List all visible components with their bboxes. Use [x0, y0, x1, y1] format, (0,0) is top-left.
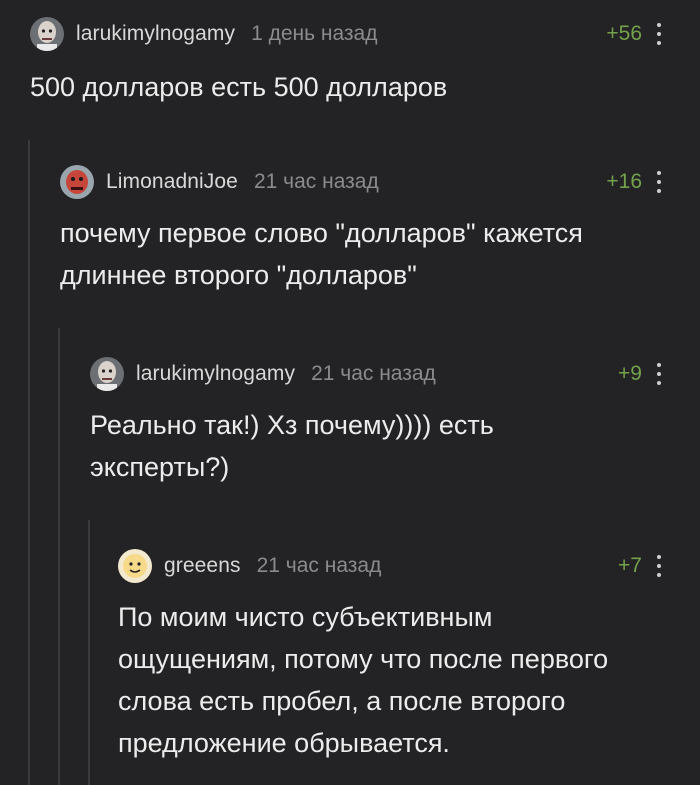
- timestamp: 21 час назад: [256, 554, 382, 577]
- rating: +9: [618, 362, 642, 385]
- more-options-icon[interactable]: [648, 360, 670, 388]
- username[interactable]: greeens: [164, 554, 241, 578]
- comment-2: LimonadniJoe 21 час назад +16 почему пер…: [60, 162, 670, 296]
- thread-line-1: [28, 140, 30, 785]
- avatar[interactable]: [60, 165, 94, 199]
- comment-text: 500 долларов есть 500 долларов: [30, 72, 448, 102]
- avatar[interactable]: [30, 17, 64, 51]
- comment-text: Реально так!) Хз почему)))) есть эксперт…: [90, 410, 494, 482]
- more-options-icon[interactable]: [648, 552, 670, 580]
- timestamp: 1 день назад: [251, 22, 378, 45]
- username[interactable]: larukimylnogamy: [76, 22, 235, 46]
- timestamp: 21 час назад: [253, 170, 379, 193]
- comment-text: почему первое слово "долларов" кажется д…: [60, 218, 583, 290]
- rating: +7: [618, 554, 642, 577]
- comment-4: greeens 21 час назад +7 По моим чисто су…: [118, 546, 670, 764]
- avatar[interactable]: [90, 357, 124, 391]
- comment-header: LimonadniJoe 21 час назад +16: [60, 162, 670, 202]
- rating: +16: [606, 170, 642, 193]
- more-options-icon[interactable]: [648, 20, 670, 48]
- username[interactable]: LimonadniJoe: [106, 170, 238, 194]
- more-options-icon[interactable]: [648, 168, 670, 196]
- comment-header: larukimylnogamy 1 день назад +56: [30, 14, 670, 54]
- comment-1: larukimylnogamy 1 день назад +56 500 дол…: [30, 14, 670, 108]
- comment-header: greeens 21 час назад +7: [118, 546, 670, 586]
- thread-line-3: [88, 520, 90, 785]
- rating: +56: [606, 22, 642, 45]
- comment-header: larukimylnogamy 21 час назад +9: [90, 354, 670, 394]
- timestamp: 21 час назад: [311, 362, 436, 385]
- thread-line-2: [58, 328, 60, 785]
- comment-text: По моим чисто субъективным ощущениям, по…: [118, 602, 609, 758]
- avatar[interactable]: [118, 549, 152, 583]
- username[interactable]: larukimylnogamy: [136, 362, 295, 386]
- comment-3: larukimylnogamy 21 час назад +9 Реально …: [90, 354, 670, 488]
